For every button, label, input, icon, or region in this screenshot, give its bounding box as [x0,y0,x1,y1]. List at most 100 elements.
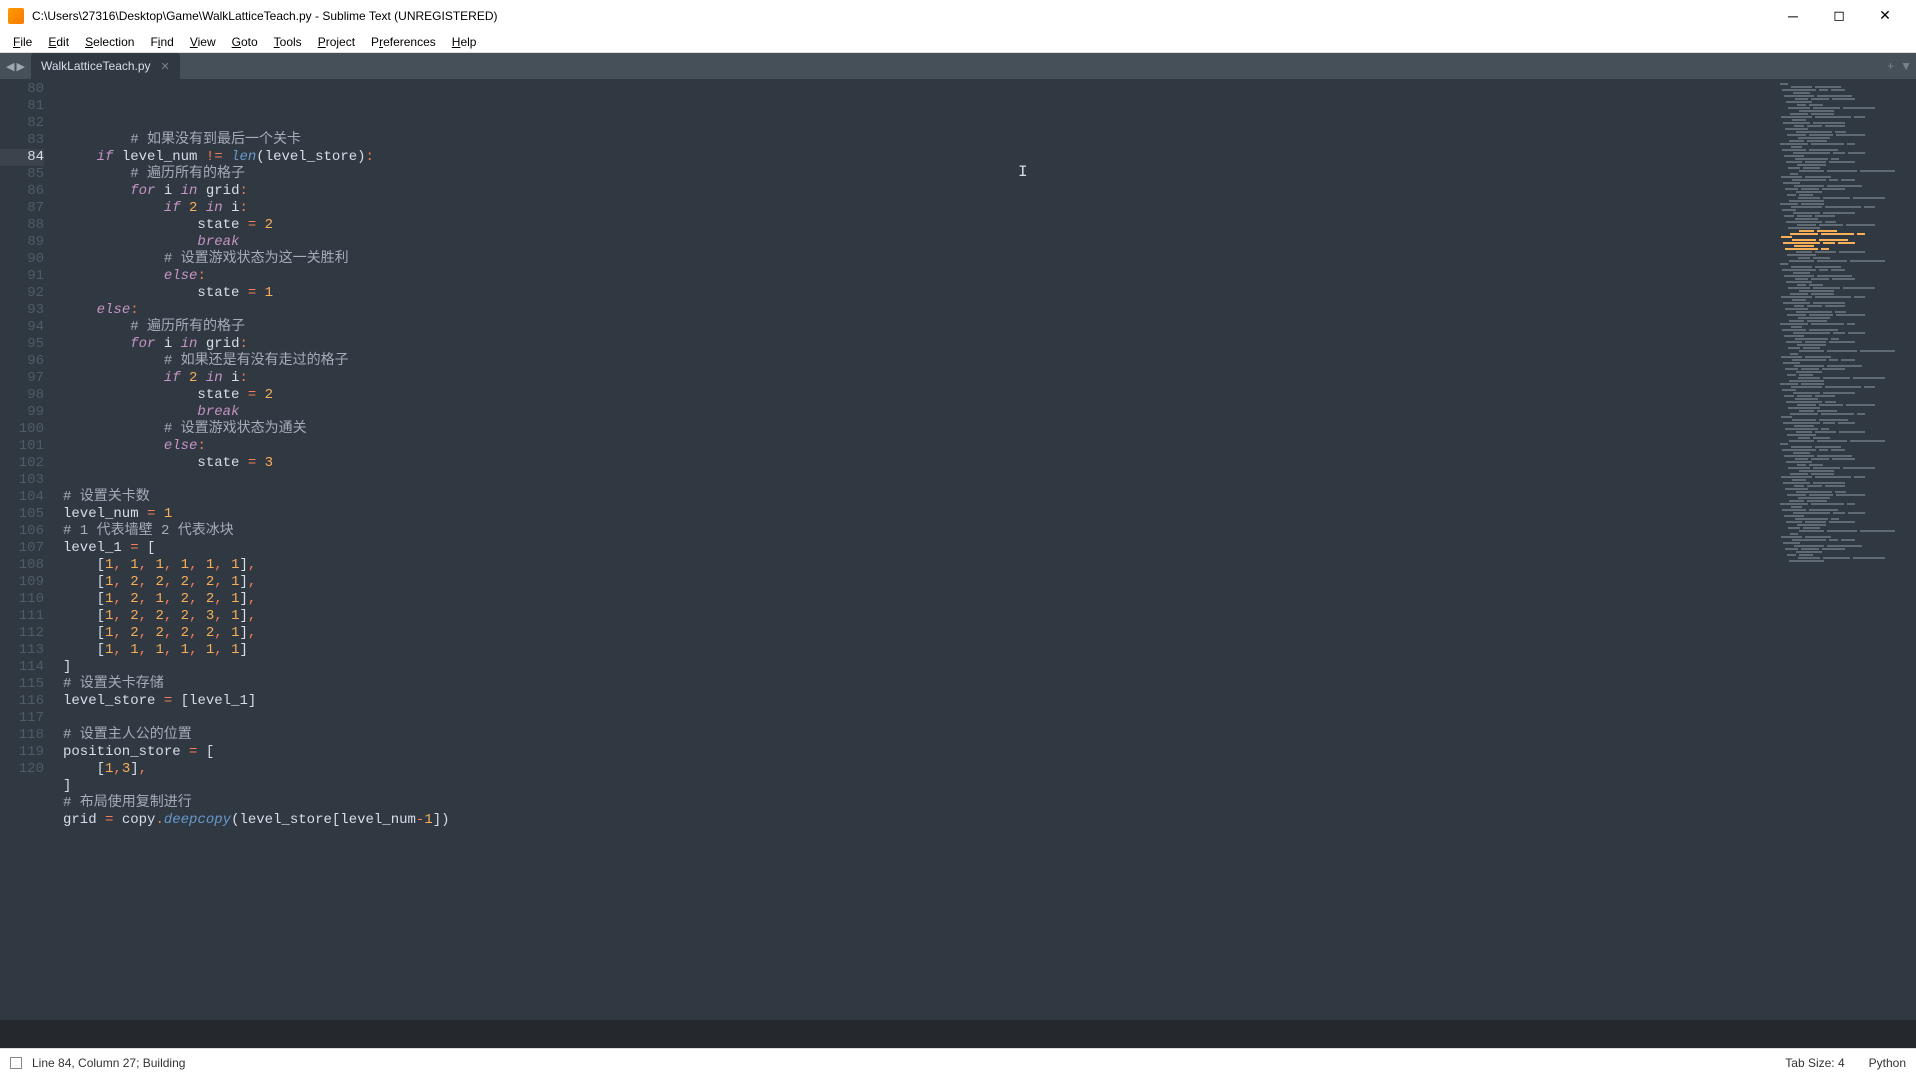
line-number: 117 [0,710,44,727]
code-line[interactable]: # 如果没有到最后一个关卡 [63,132,1776,149]
menu-project[interactable]: Project [310,33,363,51]
line-number: 114 [0,659,44,676]
menu-find[interactable]: Find [142,33,181,51]
code-line[interactable]: # 1 代表墙壁 2 代表冰块 [63,523,1776,540]
code-line[interactable]: # 设置游戏状态为这一关胜利 [63,251,1776,268]
line-number: 109 [0,574,44,591]
menu-edit[interactable]: Edit [40,33,77,51]
editor[interactable]: 8081828384858687888990919293949596979899… [0,79,1916,1020]
line-number: 113 [0,642,44,659]
code-line[interactable]: level_store = [level_1] [63,693,1776,710]
code-line[interactable]: ] [63,778,1776,795]
menu-file[interactable]: File [5,33,40,51]
nav-back-icon[interactable]: ◀ [6,60,14,73]
code-line[interactable]: # 设置关卡存储 [63,676,1776,693]
nav-forward-icon[interactable]: ▶ [16,60,24,73]
line-number: 118 [0,727,44,744]
line-number: 89 [0,234,44,251]
status-syntax[interactable]: Python [1869,1056,1906,1070]
line-number: 98 [0,387,44,404]
code-line[interactable]: for i in grid: [63,336,1776,353]
code-line[interactable]: else: [63,268,1776,285]
tab-close-icon[interactable]: ✕ [161,60,170,73]
line-number: 96 [0,353,44,370]
code-line[interactable]: # 遍历所有的格子 [63,166,1776,183]
menu-selection[interactable]: Selection [77,33,142,51]
code-line[interactable]: else: [63,302,1776,319]
code-line[interactable]: # 设置关卡数 [63,489,1776,506]
code-line[interactable]: if 2 in i: [63,200,1776,217]
line-number: 102 [0,455,44,472]
code-line[interactable]: grid = copy.deepcopy(level_store[level_n… [63,812,1776,829]
status-tabsize[interactable]: Tab Size: 4 [1785,1056,1844,1070]
line-number: 103 [0,472,44,489]
line-number: 104 [0,489,44,506]
line-number: 97 [0,370,44,387]
minimize-button[interactable]: ─ [1770,0,1816,31]
code-line[interactable]: [1, 2, 2, 2, 3, 1], [63,608,1776,625]
menu-view[interactable]: View [182,33,224,51]
code-line[interactable]: [1, 1, 1, 1, 1, 1], [63,557,1776,574]
line-number: 94 [0,319,44,336]
code-line[interactable]: state = 1 [63,285,1776,302]
line-number: 101 [0,438,44,455]
status-text: Line 84, Column 27; Building [32,1056,185,1070]
gutter: 8081828384858687888990919293949596979899… [0,79,58,1020]
line-number: 83 [0,132,44,149]
line-number: 116 [0,693,44,710]
menu-tools[interactable]: Tools [266,33,310,51]
line-number: 93 [0,302,44,319]
code-line[interactable]: [1, 2, 1, 2, 2, 1], [63,591,1776,608]
code-line[interactable]: else: [63,438,1776,455]
line-number: 95 [0,336,44,353]
code-line[interactable]: # 如果还是有没有走过的格子 [63,353,1776,370]
code-line[interactable]: state = 3 [63,455,1776,472]
window-title: C:\Users\27316\Desktop\Game\WalkLatticeT… [32,9,498,23]
code-line[interactable]: for i in grid: [63,183,1776,200]
menu-goto[interactable]: Goto [224,33,266,51]
code-line[interactable]: if level_num != len(level_store): [63,149,1776,166]
new-tab-icon[interactable]: + [1887,59,1894,73]
line-number: 84 [0,149,44,166]
code-line[interactable]: level_num = 1 [63,506,1776,523]
line-number: 99 [0,404,44,421]
close-button[interactable]: ✕ [1862,0,1908,31]
line-number: 86 [0,183,44,200]
code-line[interactable]: state = 2 [63,387,1776,404]
code-line[interactable]: position_store = [ [63,744,1776,761]
code-line[interactable]: state = 2 [63,217,1776,234]
code-line[interactable]: [1, 2, 2, 2, 2, 1], [63,574,1776,591]
code-line[interactable]: level_1 = [ [63,540,1776,557]
code-line[interactable]: # 布局使用复制进行 [63,795,1776,812]
code-line[interactable]: # 设置主人公的位置 [63,727,1776,744]
code-line[interactable]: ] [63,659,1776,676]
code-area[interactable]: I # 如果没有到最后一个关卡 if level_num != len(leve… [58,79,1776,1020]
menu-help[interactable]: Help [444,33,485,51]
code-line[interactable]: [1, 1, 1, 1, 1, 1] [63,642,1776,659]
tabstrip: ◀ ▶ WalkLatticeTeach.py ✕ + ▼ [0,53,1916,79]
code-line[interactable] [63,472,1776,489]
code-line[interactable]: # 遍历所有的格子 [63,319,1776,336]
line-number: 111 [0,608,44,625]
statusbar: Line 84, Column 27; Building Tab Size: 4… [0,1048,1916,1076]
code-line[interactable]: if 2 in i: [63,370,1776,387]
code-line[interactable]: break [63,234,1776,251]
app-icon [8,8,24,24]
code-line[interactable]: break [63,404,1776,421]
line-number: 107 [0,540,44,557]
tab-label: WalkLatticeTeach.py [41,59,151,73]
code-line[interactable]: [1, 2, 2, 2, 2, 1], [63,625,1776,642]
line-number: 112 [0,625,44,642]
tab-dropdown-icon[interactable]: ▼ [1900,59,1912,73]
code-line[interactable]: # 设置游戏状态为通关 [63,421,1776,438]
menu-preferences[interactable]: Preferences [363,33,444,51]
code-line[interactable] [63,710,1776,727]
menubar: File Edit Selection Find View Goto Tools… [0,31,1916,53]
tab-active[interactable]: WalkLatticeTeach.py ✕ [31,53,180,79]
status-panel-icon[interactable] [10,1057,22,1069]
window-titlebar: C:\Users\27316\Desktop\Game\WalkLatticeT… [0,0,1916,31]
minimap[interactable] [1776,79,1916,1020]
maximize-button[interactable]: ◻ [1816,0,1862,31]
code-line[interactable]: [1,3], [63,761,1776,778]
line-number: 80 [0,81,44,98]
